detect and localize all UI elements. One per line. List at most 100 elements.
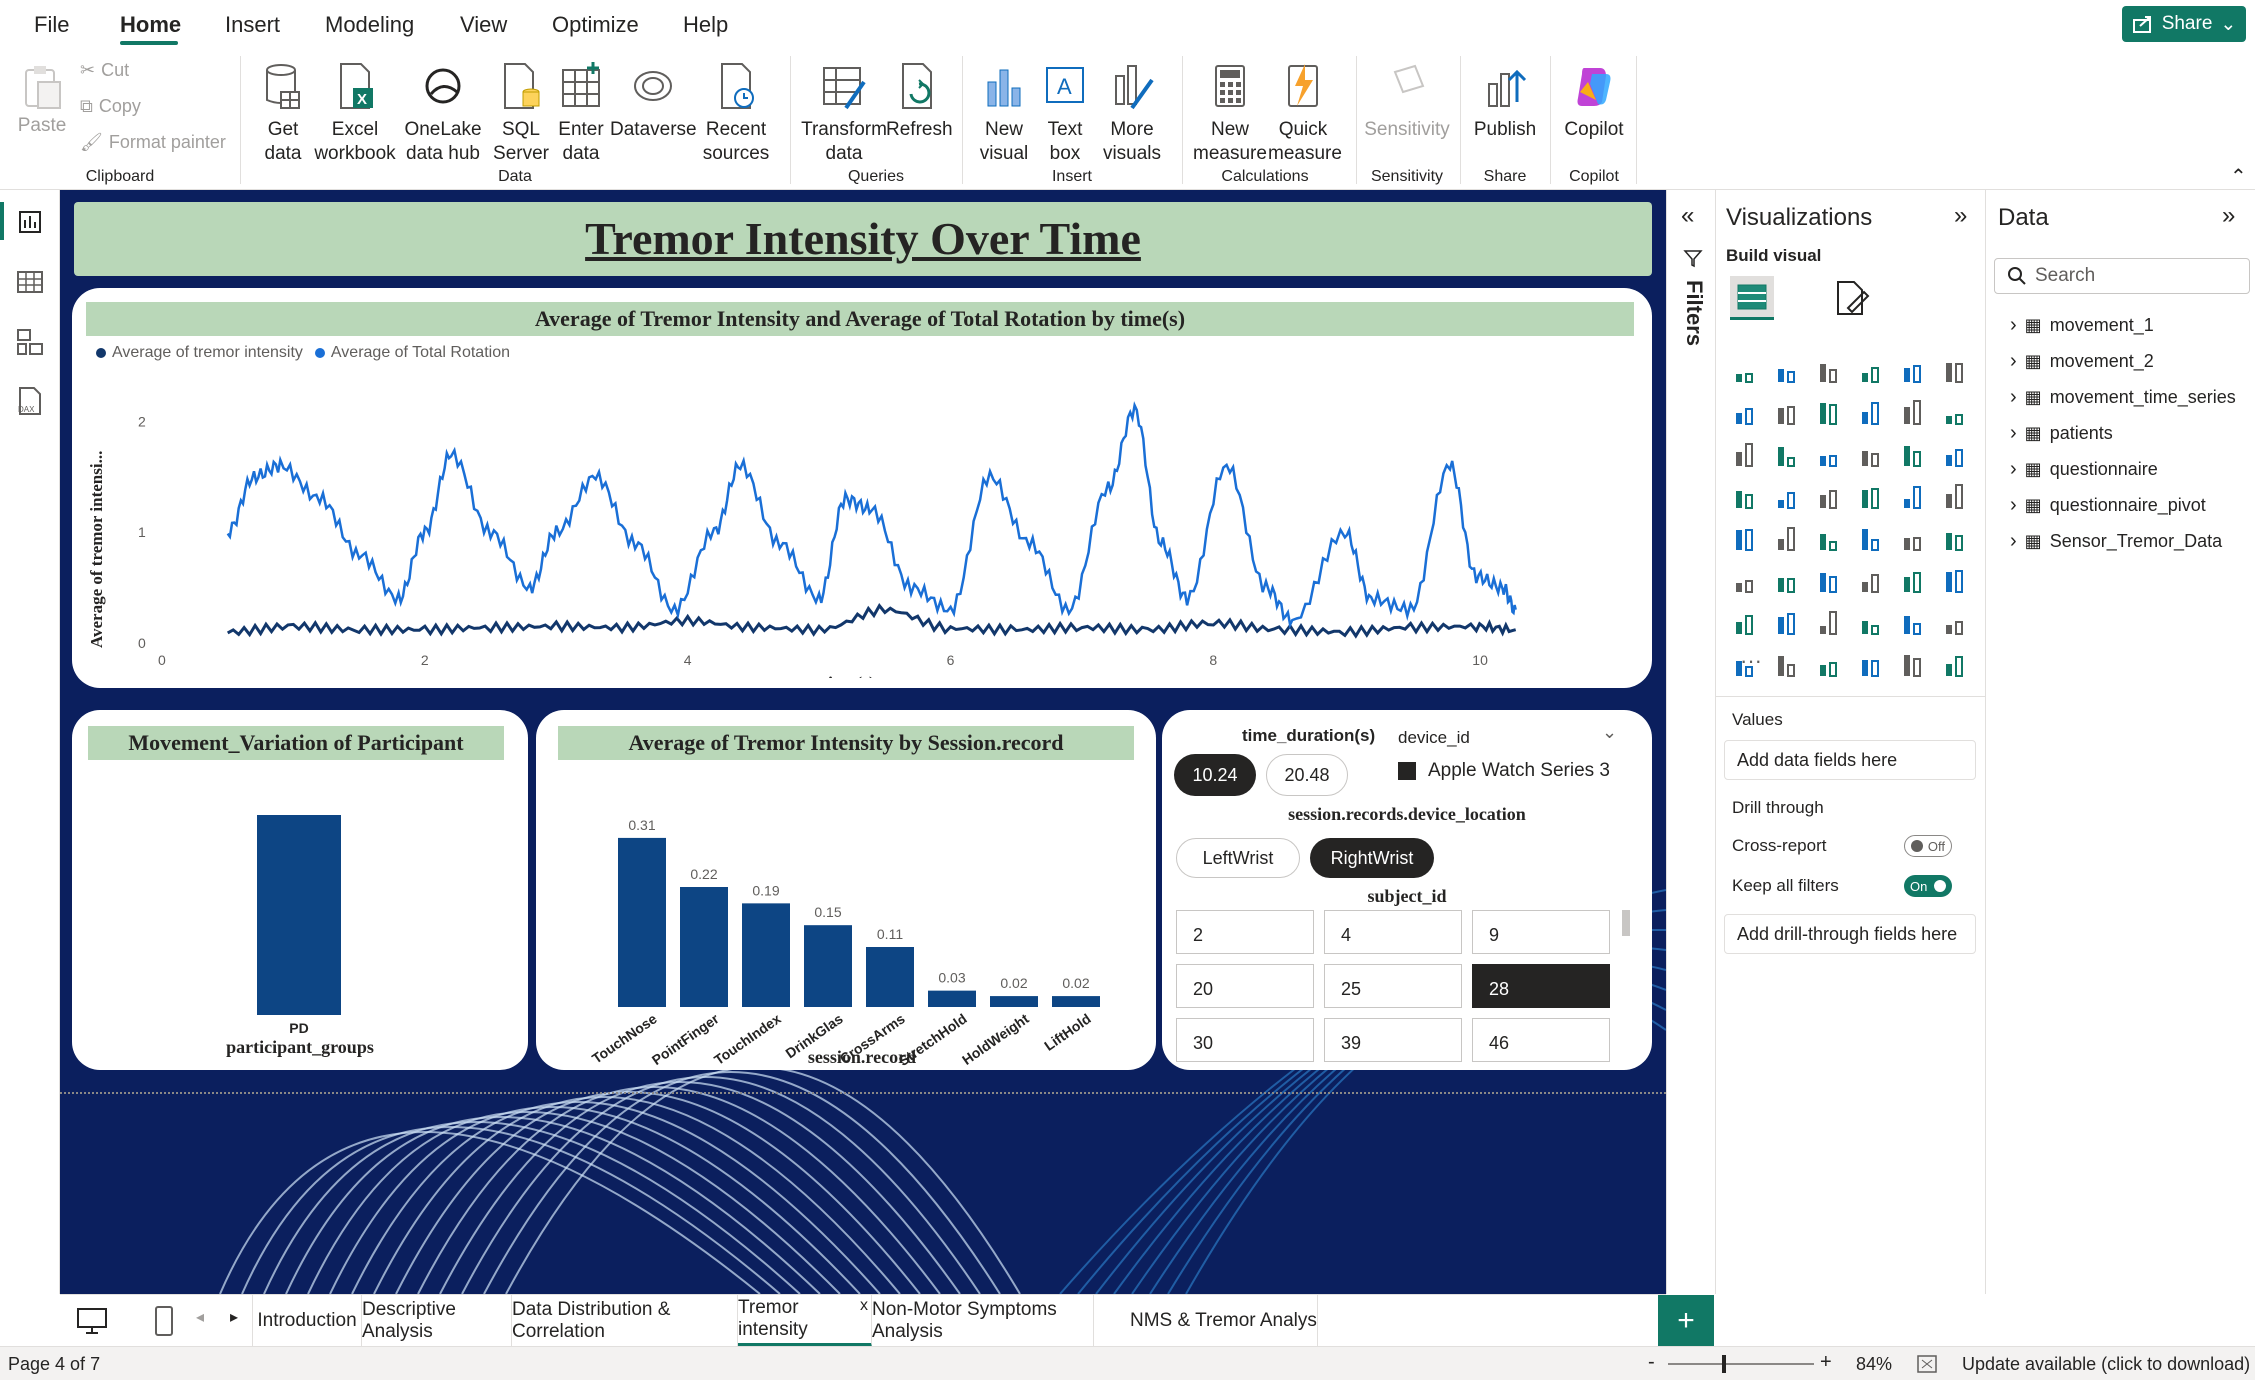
keep-filters-toggle[interactable]: On (1904, 875, 1952, 897)
visual-type-icon[interactable] (1940, 522, 1972, 554)
next-page-icon[interactable]: ▸ (230, 1307, 238, 1327)
values-drop-field[interactable]: Add data fields here (1724, 740, 1976, 780)
data-search-input[interactable]: Search (1994, 258, 2250, 294)
menu-optimize[interactable]: Optimize (552, 12, 639, 38)
tab-nms-tremor[interactable]: NMS & Tremor Analysis (1094, 1295, 1318, 1347)
menu-view[interactable]: View (460, 12, 507, 38)
chevron-right-icon[interactable]: › (2010, 350, 2017, 373)
mobile-layout-icon[interactable] (152, 1305, 176, 1337)
data-table-item[interactable]: › ▦ Sensor_Tremor_Data (2010, 530, 2222, 553)
dataverse-button[interactable]: Dataverse (610, 62, 697, 142)
visual-type-icon[interactable] (1898, 438, 1930, 470)
subject-cell[interactable]: 30 (1176, 1018, 1314, 1062)
new-visual-button[interactable]: New visual (974, 62, 1034, 166)
quick-measure-button[interactable]: Quick measure (1268, 62, 1342, 166)
more-visuals-button[interactable]: More visuals (1094, 62, 1170, 166)
transform-data-button[interactable]: Transform data (800, 62, 888, 166)
update-available-link[interactable]: Update available (click to download) (1962, 1354, 2250, 1375)
tab-introduction[interactable]: Introduction (252, 1295, 362, 1347)
cut-button[interactable]: ✂ Cut (80, 60, 129, 81)
publish-button[interactable]: Publish (1468, 62, 1542, 142)
report-view-icon[interactable] (14, 206, 46, 238)
dax-query-view-icon[interactable]: DAX (14, 386, 46, 418)
zoom-slider[interactable] (1668, 1363, 1814, 1365)
zoom-slider-handle[interactable] (1722, 1355, 1726, 1373)
device-option[interactable]: Apple Watch Series 3 (1398, 760, 1610, 782)
sql-server-button[interactable]: SQL Server (492, 62, 550, 166)
excel-workbook-button[interactable]: X Excel workbook (314, 62, 396, 166)
visual-type-icon[interactable] (1940, 648, 1972, 680)
visual-type-icon[interactable] (1772, 480, 1804, 512)
visual-type-icon[interactable] (1898, 480, 1930, 512)
get-data-button[interactable]: Get data (250, 62, 316, 166)
chevron-right-icon[interactable]: › (2010, 386, 2017, 409)
visual-type-icon[interactable] (1772, 564, 1804, 596)
visual-type-icon[interactable] (1730, 564, 1762, 596)
close-tab-icon[interactable]: x (860, 1297, 868, 1315)
session-bar-card[interactable]: Average of Tremor Intensity by Session.r… (536, 710, 1156, 1070)
cross-report-toggle[interactable]: Off (1904, 835, 1952, 857)
prev-page-icon[interactable]: ◂ (196, 1307, 204, 1327)
onelake-data-hub-button[interactable]: OneLake data hub (396, 62, 490, 166)
sensitivity-button[interactable]: Sensitivity (1362, 62, 1452, 142)
visual-type-icon[interactable] (1772, 606, 1804, 638)
zoom-in-button[interactable]: + (1820, 1351, 1832, 1374)
visual-type-icon[interactable] (1814, 648, 1846, 680)
menu-help[interactable]: Help (683, 12, 728, 38)
visual-type-icon[interactable] (1856, 564, 1888, 596)
build-visual-tab[interactable] (1730, 276, 1774, 320)
slicer-scrollbar[interactable] (1622, 910, 1630, 936)
chevron-right-icon[interactable]: › (2010, 530, 2017, 553)
visual-type-icon[interactable] (1814, 522, 1846, 554)
copy-button[interactable]: ⧉ Copy (80, 96, 141, 117)
visual-type-icon[interactable] (1814, 396, 1846, 428)
data-table-item[interactable]: › ▦ questionnaire (2010, 458, 2158, 481)
format-visual-icon[interactable] (1830, 278, 1870, 318)
visual-type-icon[interactable] (1898, 354, 1930, 386)
visual-type-icon[interactable] (1940, 480, 1972, 512)
visual-type-icon[interactable] (1898, 564, 1930, 596)
tab-tremor-intensity[interactable]: Tremor intensity (738, 1295, 872, 1347)
drill-through-drop-field[interactable]: Add drill-through fields here (1724, 914, 1976, 954)
chevron-right-icon[interactable]: › (2010, 458, 2017, 481)
collapse-data-icon[interactable]: » (2222, 202, 2235, 230)
time-chip-2[interactable]: 20.48 (1266, 754, 1348, 796)
visual-type-icon[interactable] (1772, 354, 1804, 386)
visual-type-icon[interactable] (1940, 438, 1972, 470)
visual-type-icon[interactable] (1898, 606, 1930, 638)
share-button[interactable]: Share ⌄ (2122, 6, 2246, 42)
visual-type-icon[interactable] (1814, 354, 1846, 386)
fit-to-page-icon[interactable] (1916, 1354, 1938, 1374)
visual-type-icon[interactable] (1814, 564, 1846, 596)
subject-cell[interactable]: 9 (1472, 910, 1610, 954)
data-table-item[interactable]: › ▦ movement_time_series (2010, 386, 2236, 409)
visual-type-icon[interactable] (1856, 354, 1888, 386)
menu-file[interactable]: File (34, 12, 69, 38)
recent-sources-button[interactable]: Recent sources (696, 62, 776, 166)
desktop-layout-icon[interactable] (76, 1307, 108, 1335)
visual-type-icon[interactable] (1730, 606, 1762, 638)
subject-cell[interactable]: 2 (1176, 910, 1314, 954)
text-box-button[interactable]: A Text box (1036, 62, 1094, 166)
visual-type-icon[interactable] (1856, 396, 1888, 428)
data-table-item[interactable]: › ▦ movement_1 (2010, 314, 2154, 337)
subject-cell[interactable]: 46 (1472, 1018, 1610, 1062)
visual-type-icon[interactable] (1898, 396, 1930, 428)
add-page-button[interactable]: + (1658, 1295, 1714, 1347)
chevron-right-icon[interactable]: › (2010, 422, 2017, 445)
visual-type-icon[interactable] (1856, 480, 1888, 512)
enter-data-button[interactable]: Enter data (554, 62, 608, 166)
visual-type-icon[interactable] (1772, 396, 1804, 428)
device-dropdown-icon[interactable]: ⌄ (1602, 722, 1617, 743)
more-options-icon[interactable]: ··· (1740, 648, 1762, 674)
copilot-button[interactable]: Copilot (1560, 62, 1628, 142)
data-table-item[interactable]: › ▦ questionnaire_pivot (2010, 494, 2206, 517)
tab-descriptive-analysis[interactable]: Descriptive Analysis (362, 1295, 512, 1347)
visual-type-icon[interactable] (1856, 522, 1888, 554)
subject-cell[interactable]: 4 (1324, 910, 1462, 954)
visual-type-icon[interactable] (1814, 606, 1846, 638)
format-painter-button[interactable]: 🖌 Format painter (80, 132, 226, 153)
menu-home[interactable]: Home (120, 12, 181, 38)
participant-bar-card[interactable]: Movement_Variation of Participant PD part… (72, 710, 528, 1070)
visual-type-icon[interactable] (1814, 480, 1846, 512)
